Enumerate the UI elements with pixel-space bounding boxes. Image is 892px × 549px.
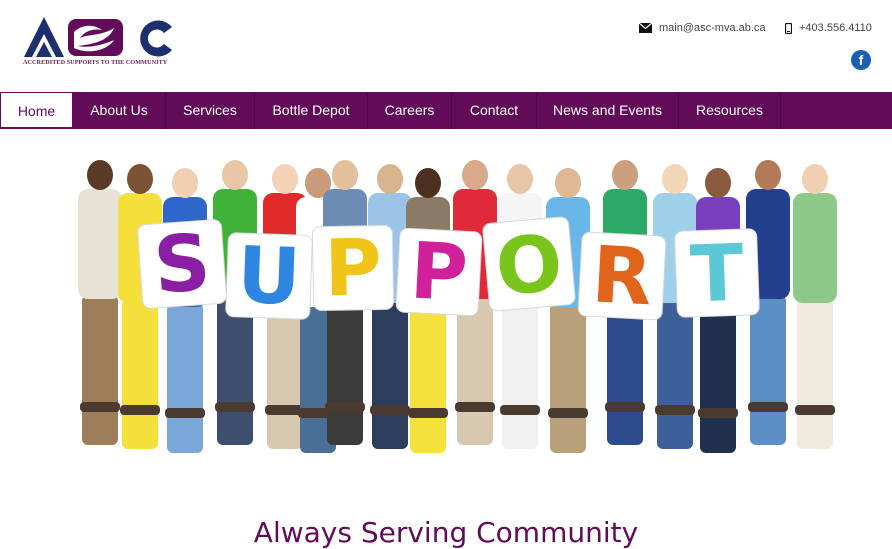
email-address[interactable]: main@asc-mva.ab.ca [659,22,766,34]
support-letter: R [590,230,655,323]
main-navigation: Home About Us Services Bottle Depot Care… [0,92,892,129]
support-letter-card: O [482,216,576,314]
support-letter-card: P [395,226,483,319]
nav-services[interactable]: Services [166,92,255,129]
nav-news-and-events[interactable]: News and Events [537,92,679,129]
envelope-icon [639,23,652,33]
nav-about-us[interactable]: About Us [73,92,166,129]
email-contact[interactable]: main@asc-mva.ab.ca [639,22,766,34]
support-letter-card: U [225,231,313,323]
support-letter: U [236,231,302,323]
nav-contact[interactable]: Contact [452,92,537,129]
person-figure [793,164,837,449]
facebook-glyph: f [858,52,864,68]
support-letter: T [689,229,745,321]
support-letter-card: R [577,230,667,323]
nav-resources[interactable]: Resources [679,92,781,129]
support-people-illustration: SUPPORT [78,160,837,453]
support-letter-card: P [311,223,395,314]
facebook-icon[interactable]: f [851,50,871,70]
phone-contact[interactable]: +403.556.4110 [785,22,872,34]
support-letter: P [408,226,470,319]
page-heading: Always Serving Community [253,515,639,549]
logo-tagline: ACCREDITED SUPPORTS TO THE COMMUNITY [23,59,168,66]
support-letter: S [151,218,213,312]
support-letter-card: S [137,218,227,312]
site-header: ACCREDITED SUPPORTS TO THE COMMUNITY mai… [0,0,892,92]
support-letter-card: T [674,228,760,321]
person-figure [78,160,122,445]
nav-home[interactable]: Home [0,92,73,128]
hero-banner-image: SUPPORT [0,130,892,470]
support-letter: P [324,223,383,314]
support-letter: O [492,218,566,313]
phone-number[interactable]: +403.556.4110 [799,22,872,34]
nav-bottle-depot[interactable]: Bottle Depot [255,92,368,129]
mobile-phone-icon [785,22,792,34]
nav-careers[interactable]: Careers [368,92,452,129]
